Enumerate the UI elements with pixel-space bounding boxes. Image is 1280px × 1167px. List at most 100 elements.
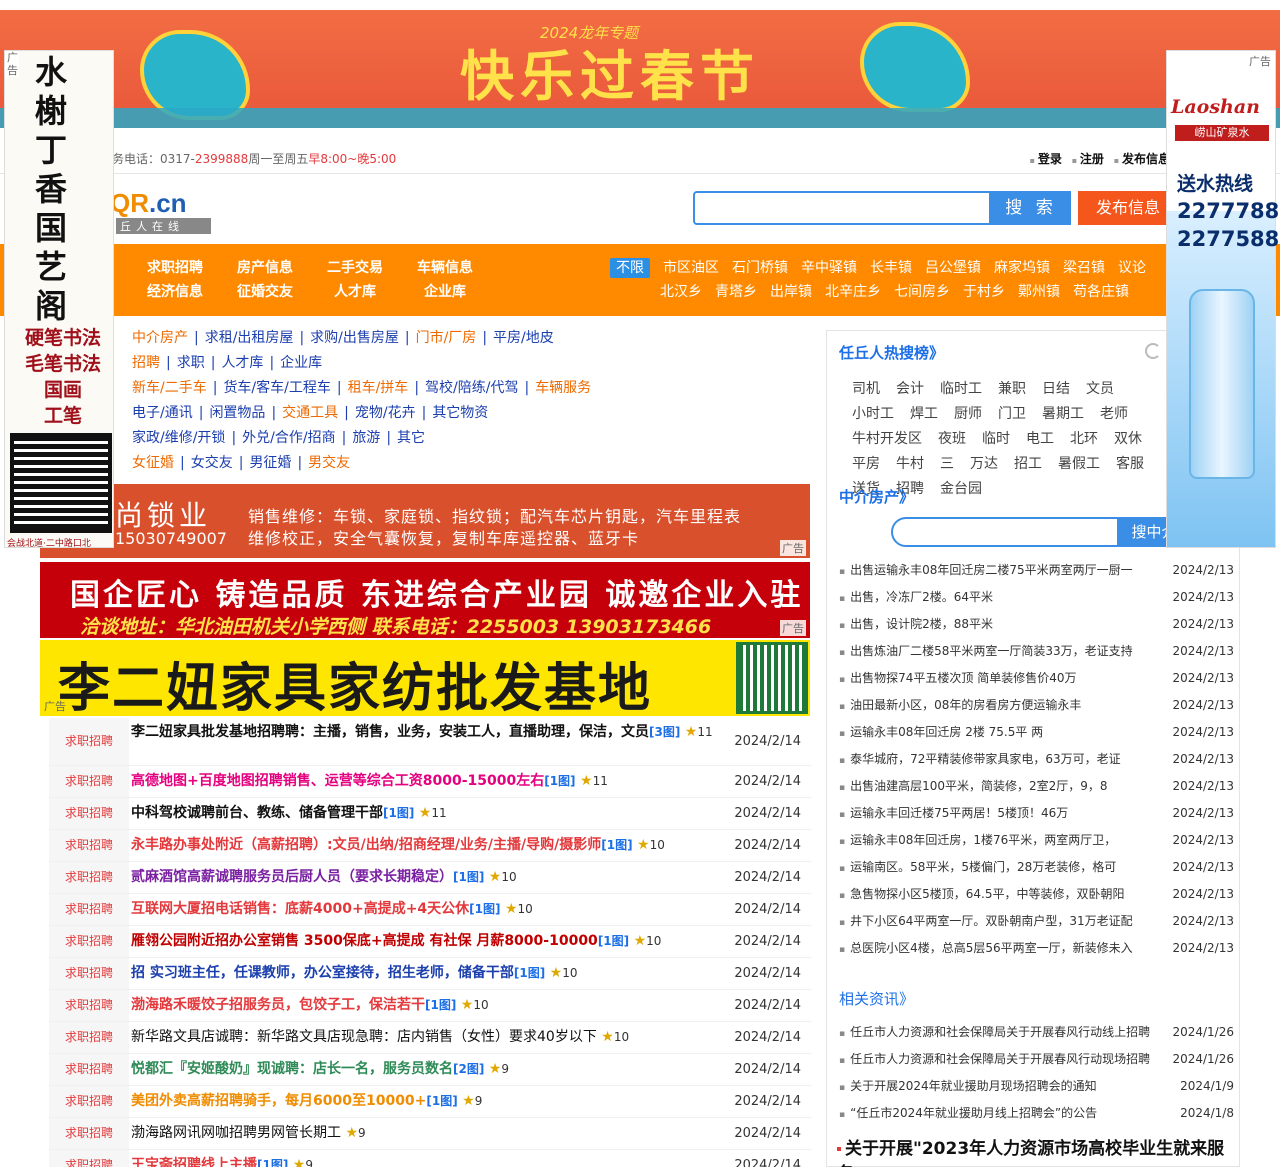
hot-word[interactable]: 小时工 (852, 406, 894, 422)
job-title[interactable]: 渤海路网讯网咖招聘男网管长期工 ★9 (131, 1118, 731, 1149)
category-link[interactable]: 其它物资 (432, 405, 488, 421)
category-link[interactable]: 中介房产 (132, 330, 188, 346)
agent-listing-title[interactable]: 泰华城府，72平精装修带家具家电，63万可，老证 (850, 752, 1121, 766)
nav-housing[interactable]: 房产信息 (230, 256, 300, 280)
job-row[interactable]: 求职招聘 雁翎公园附近招办公室销售 3500保底+高提成 有社保 月薪8000-1… (49, 926, 811, 958)
hot-word[interactable]: 双休 (1114, 431, 1142, 447)
job-title[interactable]: 新华路文具店诚聘：新华路文具店现急聘：店内销售（女性）要求40岁以下 ★10 (131, 1022, 731, 1053)
news-item-title[interactable]: “任丘市2024年就业援助月线上招聘会”的公告 (850, 1106, 1097, 1120)
lock-shop-ad[interactable]: 尚锁业 15030749007 销售维修：车锁、家庭锁、指纹锁；配汽车芯片钥匙，… (40, 484, 810, 558)
job-category[interactable]: 求职招聘 (49, 718, 129, 765)
agent-listing-title[interactable]: 出售，冷冻厂2楼。64平米 (850, 590, 993, 604)
publish-link[interactable]: 发布信息 (1114, 152, 1170, 166)
hot-word[interactable]: 临时工 (940, 381, 982, 397)
job-row[interactable]: 求职招聘 美团外卖高薪招聘骑手，每月6000至10000+[1图] ★9 2024/… (49, 1086, 811, 1118)
news-item-title[interactable]: 任丘市人力资源和社会保障局关于开展春风行动现场招聘 (850, 1052, 1150, 1066)
agent-listing-title[interactable]: 出售运输永丰08年回迁房二楼75平米两室两厅一厨一 (850, 563, 1133, 577)
job-pic-count[interactable]: [1图] (383, 806, 414, 820)
category-link[interactable]: 求购/出售房屋 (310, 330, 399, 346)
job-title-text[interactable]: 雁翎公园附近招办公室销售 3500保底+高提成 有社保 月薪8000-10000 (131, 933, 598, 949)
job-pic-count[interactable]: [1图] (514, 966, 545, 980)
news-item[interactable]: 关于开展2024年就业援助月现场招聘会的通知 2024/1/9 (839, 1073, 1234, 1100)
job-pic-count[interactable]: [1图] (426, 1094, 457, 1108)
news-item[interactable]: 任丘市人力资源和社会保障局关于开展春风行动线上招聘 2024/1/26 (839, 1019, 1234, 1046)
category-link[interactable]: 旅游 (352, 430, 380, 446)
hot-search-title[interactable]: 任丘人热搜榜》 (839, 342, 944, 363)
hot-word[interactable]: 厨师 (954, 406, 982, 422)
agent-listing[interactable]: 出售物探74平五楼次顶 简单装修售价40万 2024/2/13 (839, 665, 1234, 692)
agent-listing-title[interactable]: 出售油建高层100平米，简装修，2室2厅，9，8 (850, 779, 1107, 793)
hot-word[interactable]: 牛村 (896, 456, 924, 472)
job-title[interactable]: 悦都汇『安姬酸奶』现诚聘：店长一名，服务员数名[2图] ★9 (131, 1054, 731, 1085)
hot-word[interactable]: 临时 (982, 431, 1010, 447)
agent-listing-title[interactable]: 运输南区。58平米，5楼偏门，28万老装修，格可 (850, 860, 1116, 874)
agent-listing[interactable]: 油田最新小区，08年的房看房方便运输永丰 2024/2/13 (839, 692, 1234, 719)
job-title-text[interactable]: 永丰路办事处附近（高薪招聘）:文员/出纳/招商经理/业务/主播/导购/摄影师 (131, 837, 601, 853)
hot-word[interactable]: 门卫 (998, 406, 1026, 422)
hot-word[interactable]: 文员 (1086, 381, 1114, 397)
job-title-text[interactable]: 新华路文具店诚聘：新华路文具店现急聘：店内销售（女性）要求40岁以下 (131, 1029, 597, 1045)
hot-word[interactable]: 暑假工 (1058, 456, 1100, 472)
job-title-text[interactable]: 李二妞家具批发基地招聘聘：主播，销售，业务，安装工人，直播助理，保洁，文员 (131, 724, 649, 740)
category-link[interactable]: 家政/维修/开锁 (132, 430, 225, 446)
site-logo[interactable]: QR.cn 丘人在线 (110, 188, 211, 234)
agent-listing-title[interactable]: 出售物探74平五楼次顶 简单装修售价40万 (850, 671, 1076, 685)
hot-word[interactable]: 北环 (1070, 431, 1098, 447)
town-item[interactable]: 七间房乡 (894, 284, 950, 300)
town-item[interactable]: 市区油区 (663, 260, 719, 276)
nav-talent[interactable]: 人才库 (320, 280, 390, 304)
town-item[interactable]: 议论 (1118, 260, 1146, 276)
job-title[interactable]: 高德地图+百度地图招聘销售、运营等综合工资8000-15000左右[1图] ★1… (131, 766, 731, 797)
nav-economy[interactable]: 经济信息 (140, 280, 210, 304)
category-link[interactable]: 求职 (177, 355, 205, 371)
agent-listing[interactable]: 井下小区64平两室一厅。双卧朝南户型，31万老证配 2024/2/13 (839, 908, 1234, 935)
job-title[interactable]: 美团外卖高薪招聘骑手，每月6000至10000+[1图] ★9 (131, 1086, 731, 1117)
refresh-icon[interactable] (1145, 343, 1161, 359)
job-category[interactable]: 求职招聘 (49, 766, 129, 797)
job-title-text[interactable]: 中科驾校诚聘前台、教练、储备管理干部 (131, 805, 383, 821)
job-pic-count[interactable]: [1图] (544, 774, 575, 788)
agent-listing[interactable]: 出售，冷冻厂2楼。64平米 2024/2/13 (839, 584, 1234, 611)
town-item[interactable]: 吕公堡镇 (925, 260, 981, 276)
job-row[interactable]: 求职招聘 中科驾校诚聘前台、教练、储备管理干部[1图] ★11 2024/2/14 (49, 798, 811, 830)
category-link[interactable]: 门市/厂房 (416, 330, 477, 346)
category-link[interactable]: 驾校/陪练/代驾 (425, 380, 518, 396)
job-row[interactable]: 求职招聘 渤海路禾暖饺子招服务员，包饺子工，保洁若干[1图] ★10 2024/2/… (49, 990, 811, 1022)
category-link[interactable]: 人才库 (221, 355, 263, 371)
news-item[interactable]: 任丘市人力资源和社会保障局关于开展春风行动现场招聘 2024/1/26 (839, 1046, 1234, 1073)
hot-word[interactable]: 老师 (1100, 406, 1128, 422)
job-pic-count[interactable]: [1图] (469, 902, 500, 916)
job-pic-count[interactable]: [3图] (649, 725, 680, 739)
agent-listing-title[interactable]: 急售物探小区5楼顶，64.5平，中等装修，双卧朝阳 (850, 887, 1124, 901)
job-row[interactable]: 求职招聘 李二妞家具批发基地招聘聘：主播，销售，业务，安装工人，直播助理，保洁，文… (49, 718, 811, 766)
agent-search-input[interactable] (891, 517, 1119, 547)
category-link[interactable]: 企业库 (280, 355, 322, 371)
job-row[interactable]: 求职招聘 渤海路网讯网咖招聘男网管长期工 ★9 2024/2/14 (49, 1118, 811, 1150)
job-row[interactable]: 求职招聘 永丰路办事处附近（高薪招聘）:文员/出纳/招商经理/业务/主播/导购/摄… (49, 830, 811, 862)
town-item[interactable]: 鄚州镇 (1018, 284, 1060, 300)
job-pic-count[interactable]: [1图] (601, 838, 632, 852)
town-item[interactable]: 麻家坞镇 (994, 260, 1050, 276)
job-category[interactable]: 求职招聘 (49, 958, 129, 989)
agent-listing-title[interactable]: 出售，设计院2楼，88平米 (850, 617, 993, 631)
hot-word[interactable]: 暑期工 (1042, 406, 1084, 422)
job-title-text[interactable]: 高德地图+百度地图招聘销售、运营等综合工资8000-15000左右 (131, 773, 544, 789)
town-item[interactable]: 于村乡 (963, 284, 1005, 300)
hot-word[interactable]: 夜班 (938, 431, 966, 447)
agent-listing[interactable]: 运输永丰回迁楼75平两居！5楼顶！46万 2024/2/13 (839, 800, 1234, 827)
hot-word[interactable]: 牛村开发区 (852, 431, 922, 447)
job-title-text[interactable]: 美团外卖高薪招聘骑手，每月6000至10000+ (131, 1093, 426, 1109)
nav-jobs[interactable]: 求职招聘 (140, 256, 210, 280)
hot-word[interactable]: 日结 (1042, 381, 1070, 397)
job-title[interactable]: 李二妞家具批发基地招聘聘：主播，销售，业务，安装工人，直播助理，保洁，文员[3图… (131, 722, 731, 742)
category-link[interactable]: 租车/拼车 (348, 380, 409, 396)
agent-listing-title[interactable]: 运输永丰08年回迁房，1楼76平米，两室两厅卫， (850, 833, 1116, 847)
town-filter-all[interactable]: 不限 (610, 258, 650, 278)
agent-housing-title[interactable]: 中介房产》 (839, 486, 914, 507)
nav-dating[interactable]: 征婚交友 (230, 280, 300, 304)
job-pic-count[interactable]: [1图] (453, 870, 484, 884)
top-banner-ad[interactable]: 2024龙年专题 快乐过春节 (0, 10, 1280, 128)
job-title-text[interactable]: 悦都汇『安姬酸奶』现诚聘：店长一名，服务员数名 (131, 1061, 453, 1077)
agent-listing[interactable]: 出售运输永丰08年回迁房二楼75平米两室两厅一厨一 2024/2/13 (839, 557, 1234, 584)
category-link[interactable]: 电子/通讯 (132, 405, 193, 421)
